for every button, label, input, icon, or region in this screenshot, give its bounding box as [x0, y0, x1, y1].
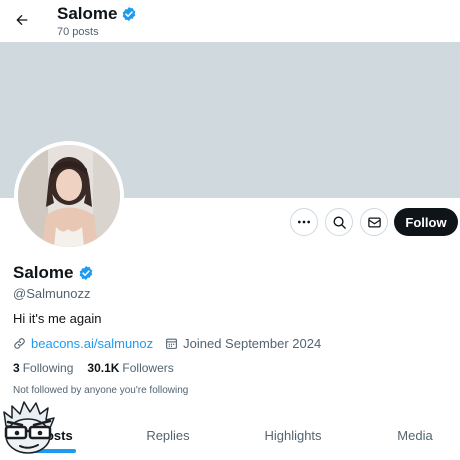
profile-name: Salome [13, 263, 74, 282]
more-horizontal-icon [298, 220, 310, 224]
top-bar: Salome 70 posts [0, 0, 460, 42]
follow-spacer [73, 361, 87, 375]
following-label: Following [22, 361, 74, 375]
posts-count: 70 posts [57, 26, 99, 38]
profile-meta: beacons.ai/salmunoz Joined September 202… [13, 335, 321, 351]
follow-button[interactable]: Follow [394, 208, 458, 236]
tab-replies[interactable]: Replies [128, 416, 208, 454]
profile-name-row: Salome [13, 263, 94, 283]
link-icon [14, 337, 25, 349]
tab-highlights-label: Highlights [264, 427, 322, 443]
tab-replies-label: Replies [146, 427, 190, 443]
calendar-icon [166, 338, 178, 349]
message-button[interactable] [360, 208, 388, 236]
followers-count: 30.1K [87, 361, 120, 375]
following-link[interactable]: 3 Following [13, 361, 73, 375]
tab-highlights[interactable]: Highlights [250, 416, 336, 454]
verified-badge-icon[interactable] [78, 265, 94, 281]
followed-by-note: Not followed by anyone you're following [13, 385, 189, 396]
followers-link[interactable]: 30.1K Followers [87, 361, 173, 375]
more-button[interactable] [290, 208, 318, 236]
profile-bio: Hi it's me again [13, 311, 102, 326]
following-count: 3 [13, 361, 20, 375]
search-button[interactable] [325, 208, 353, 236]
tab-media[interactable]: Media [380, 416, 450, 454]
header-name: Salome [57, 4, 118, 23]
header-title-row: Salome [57, 4, 137, 24]
tab-media-label: Media [397, 427, 433, 443]
profile-handle: @Salmunozz [13, 286, 91, 301]
followers-label: Followers [122, 361, 174, 375]
follow-stats: 3 Following 30.1K Followers [13, 361, 174, 375]
envelope-icon [367, 217, 381, 227]
avatar[interactable] [14, 141, 124, 251]
cartoon-mascot-watermark [3, 401, 55, 454]
arrow-left-icon [16, 14, 28, 26]
verified-badge-icon [123, 7, 136, 21]
joined-date: Joined September 2024 [183, 335, 322, 351]
avatar-photo [18, 145, 120, 247]
search-icon [333, 216, 346, 229]
profile-link[interactable]: beacons.ai/salmunoz [31, 336, 153, 351]
back-button[interactable] [8, 6, 36, 34]
